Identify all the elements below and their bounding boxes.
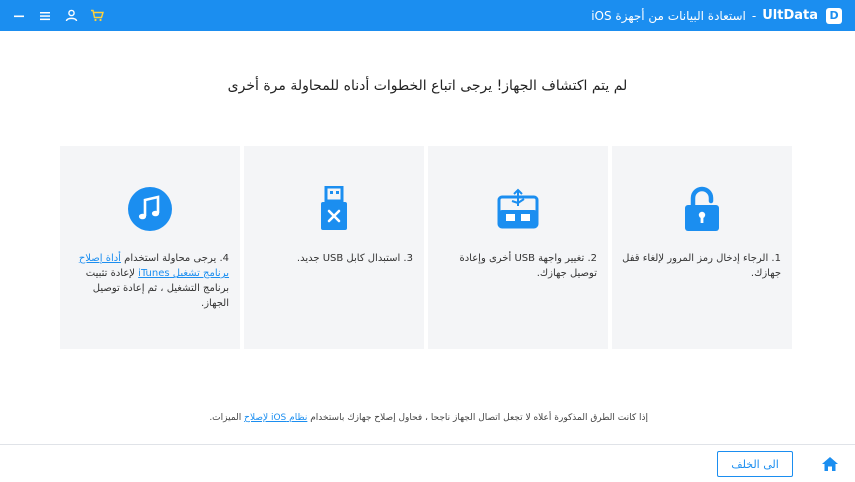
step-card-3: 3. استبدال كابل USB جديد. (244, 146, 424, 349)
step-card-2: 2. تغيير واجهة USB أخرى وإعادة توصيل جها… (428, 146, 608, 349)
step-text: 2. تغيير واجهة USB أخرى وإعادة توصيل جها… (459, 253, 597, 279)
footer-note-after: الميزات. (209, 413, 245, 423)
title-bar: D UltData - استعادة البيانات من أجهزة iO… (0, 0, 855, 31)
step-text: 1. الرجاء إدخال رمز المرور لإلغاء قفل جه… (622, 253, 781, 279)
usb-cable-icon (244, 184, 424, 234)
step-text: 3. استبدال كابل USB جديد. (296, 253, 413, 264)
ios-system-repair-link[interactable]: نظام iOS لإصلاح (244, 413, 307, 423)
itunes-icon (60, 184, 240, 234)
minimize-icon[interactable] (6, 0, 32, 31)
usb-port-icon (428, 184, 608, 234)
user-icon[interactable] (58, 0, 84, 31)
home-icon[interactable] (819, 454, 841, 474)
step-card-4: 4. يرجى محاولة استخدام أداة إصلاح برنامج… (60, 146, 240, 349)
step-text: 4. يرجى محاولة استخدام أداة إصلاح برنامج… (69, 251, 229, 311)
back-button[interactable]: الى الخلف (717, 451, 793, 477)
menu-icon[interactable] (32, 0, 58, 31)
title-text: استعادة البيانات من أجهزة iOS (591, 8, 746, 23)
window-controls (6, 0, 110, 31)
step-text-before: 4. يرجى محاولة استخدام (120, 253, 229, 264)
window-title: D UltData - استعادة البيانات من أجهزة iO… (591, 0, 842, 31)
lock-icon (612, 184, 792, 234)
cart-icon[interactable] (84, 0, 110, 31)
footer-note: إذا كانت الطرق المذكورة أعلاه لا تجعل ات… (209, 413, 648, 423)
footer-note-before: إذا كانت الطرق المذكورة أعلاه لا تجعل ات… (307, 413, 648, 423)
step-card-1: 1. الرجاء إدخال رمز المرور لإلغاء قفل جه… (612, 146, 792, 349)
app-name: UltData (762, 8, 818, 23)
app-logo-icon: D (826, 7, 842, 24)
page-heading: لم يتم اكتشاف الجهاز! يرجى اتباع الخطوات… (227, 78, 628, 94)
footer-divider (0, 444, 855, 445)
title-separator: - (751, 8, 757, 23)
